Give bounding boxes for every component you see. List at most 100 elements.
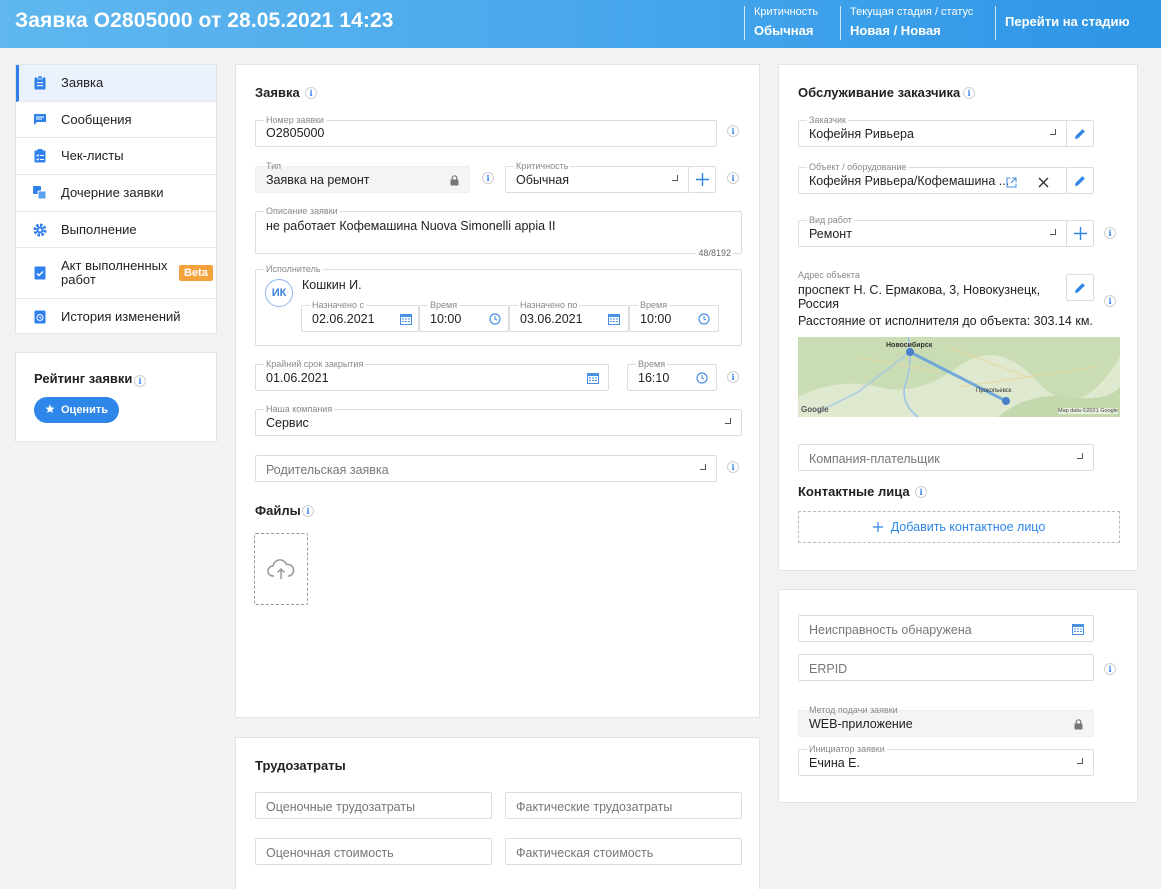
estimated-labor-placeholder: Оценочные трудозатраты <box>266 800 416 814</box>
pencil-icon <box>1075 282 1085 293</box>
customer-value: Кофейня Ривьера <box>809 127 914 141</box>
header-criticality-value: Обычная <box>754 23 814 38</box>
field-label: Критичность <box>514 161 571 172</box>
info-icon[interactable]: i <box>1104 295 1116 307</box>
external-link-icon[interactable] <box>1006 176 1017 191</box>
field-label: Назначено по <box>518 300 580 311</box>
fault-detected-placeholder: Неисправность обнаружена <box>809 623 972 637</box>
calendar-icon[interactable] <box>1072 623 1084 638</box>
edit-customer-button[interactable] <box>1066 120 1094 147</box>
map-pin-icon <box>906 348 914 356</box>
google-logo: Google <box>801 405 829 414</box>
our-company-select[interactable]: Наша компания Сервис <box>255 404 742 436</box>
time-to-value: 10:00 <box>640 312 672 326</box>
work-type-select[interactable]: Вид работ Ремонт <box>798 215 1067 247</box>
field-label: Инициатор заявки <box>807 744 887 755</box>
rate-button[interactable]: Оценить <box>34 397 119 423</box>
deadline-field[interactable]: Крайний срок закрытия 01.06.2021 <box>255 359 609 391</box>
description-field[interactable]: Описание заявки не работает Кофемашина N… <box>255 206 742 258</box>
info-icon[interactable]: i <box>302 505 314 517</box>
actual-labor-field[interactable]: Фактические трудозатраты <box>505 792 742 819</box>
time-from-field[interactable]: Время 10:00 <box>419 300 509 332</box>
sidebar-item-history[interactable]: История изменений <box>16 299 216 334</box>
goto-stage-button[interactable]: Перейти на стадию <box>995 6 1130 40</box>
info-icon[interactable]: i <box>727 172 739 184</box>
calendar-icon[interactable] <box>587 372 599 387</box>
page-header: Заявка O2805000 от 28.05.2021 14:23 Крит… <box>0 0 1161 48</box>
fault-detected-field[interactable]: Неисправность обнаружена <box>798 615 1094 642</box>
submission-method-value: WEB-приложение <box>809 717 913 731</box>
plus-icon <box>872 522 883 532</box>
object-value: Кофейня Ривьера/Кофемашина ... <box>809 174 1010 188</box>
request-number-field[interactable]: Номер заявки O2805000 <box>255 115 717 147</box>
field-label: Время <box>428 300 460 311</box>
criticality-select[interactable]: Критичность Обычная <box>505 161 689 193</box>
deadline-time-value: 16:10 <box>638 371 670 385</box>
info-icon[interactable]: i <box>727 371 739 383</box>
calendar-icon[interactable] <box>400 313 412 328</box>
clock-icon[interactable] <box>489 313 501 328</box>
map-city-label: Новосибирск <box>886 342 933 349</box>
assigned-to-value: 03.06.2021 <box>520 312 583 326</box>
dropdown-arrow-icon <box>1077 453 1083 459</box>
add-contact-button[interactable]: Добавить контактное лицо <box>798 511 1120 543</box>
field-label: Вид работ <box>807 215 854 226</box>
info-icon[interactable]: i <box>963 87 975 99</box>
add-criticality-button[interactable] <box>688 166 716 193</box>
info-icon[interactable]: i <box>482 172 494 184</box>
rating-panel: Рейтинг заявки i Оценить <box>15 352 217 442</box>
request-panel: Заявка i Номер заявки O2805000 i Тип Зая… <box>235 64 760 718</box>
deadline-time-field[interactable]: Время 16:10 <box>627 359 717 391</box>
history-icon <box>33 310 47 324</box>
assigned-to-field[interactable]: Назначено по 03.06.2021 <box>509 300 629 332</box>
estimated-labor-field[interactable]: Оценочные трудозатраты <box>255 792 492 819</box>
object-select[interactable]: Объект / оборудование Кофейня Ривьера/Ко… <box>798 162 1067 194</box>
clock-icon[interactable] <box>698 313 710 328</box>
info-icon[interactable]: i <box>134 375 146 387</box>
sidebar-item-checklists[interactable]: Чек-листы <box>16 138 216 175</box>
calendar-icon[interactable] <box>608 313 620 328</box>
estimated-cost-placeholder: Оценочная стоимость <box>266 846 394 860</box>
upload-dropzone[interactable] <box>254 533 308 605</box>
estimated-cost-field[interactable]: Оценочная стоимость <box>255 838 492 865</box>
info-icon[interactable]: i <box>305 87 317 99</box>
child-requests-icon <box>33 186 47 200</box>
sidebar-item-label: Заявка <box>61 75 104 90</box>
route-map[interactable]: Новосибирск Прокопьевск Google Map data … <box>798 337 1120 417</box>
edit-address-button[interactable] <box>1066 274 1094 301</box>
criticality-value: Обычная <box>516 173 570 187</box>
payer-company-select[interactable]: Компания-плательщик <box>798 444 1094 471</box>
close-icon[interactable] <box>1038 176 1049 191</box>
parent-request-placeholder: Родительская заявка <box>266 463 389 477</box>
add-work-type-button[interactable] <box>1066 220 1094 247</box>
info-icon[interactable]: i <box>915 486 927 498</box>
info-icon[interactable]: i <box>727 125 739 137</box>
sidebar-item-child-requests[interactable]: Дочерние заявки <box>16 175 216 212</box>
field-label: Метод подачи заявки <box>809 705 898 715</box>
labor-title: Трудозатраты <box>255 758 346 773</box>
sidebar-item-request[interactable]: Заявка <box>16 65 216 102</box>
info-icon[interactable]: i <box>1104 663 1116 675</box>
info-icon[interactable]: i <box>727 461 739 473</box>
initiator-select[interactable]: Инициатор заявки Ечина Е. <box>798 744 1094 776</box>
assigned-from-field[interactable]: Назначено с 02.06.2021 <box>301 300 419 332</box>
sidebar-item-execution[interactable]: Выполнение <box>16 212 216 248</box>
customer-select[interactable]: Заказчик Кофейня Ривьера <box>798 115 1067 147</box>
rating-title: Рейтинг заявки <box>34 371 133 386</box>
actual-cost-placeholder: Фактическая стоимость <box>516 846 654 860</box>
dropdown-arrow-icon <box>725 418 731 424</box>
parent-request-select[interactable]: Родительская заявка <box>255 455 717 482</box>
field-label: Описание заявки <box>264 206 340 217</box>
erpid-field[interactable]: ERPID <box>798 654 1094 681</box>
clock-icon[interactable] <box>696 372 708 387</box>
description-counter: 48/8192 <box>696 248 733 258</box>
time-to-field[interactable]: Время 10:00 <box>629 300 719 332</box>
work-type-value: Ремонт <box>809 227 852 241</box>
sidebar-item-act[interactable]: Акт выполненных работ Beta <box>16 248 216 299</box>
customer-panel: Обслуживание заказчика i Заказчик Кофейн… <box>778 64 1138 571</box>
edit-object-button[interactable] <box>1066 167 1094 194</box>
actual-cost-field[interactable]: Фактическая стоимость <box>505 838 742 865</box>
beta-badge: Beta <box>179 265 213 281</box>
sidebar-item-messages[interactable]: Сообщения <box>16 102 216 138</box>
info-icon[interactable]: i <box>1104 227 1116 239</box>
